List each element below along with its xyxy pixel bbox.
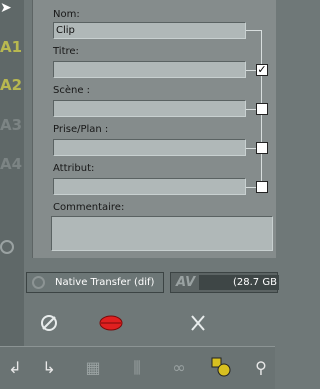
status-row: Native Transfer (dif) AV (28.7 GB: [24, 268, 279, 296]
prise-label: Prise/Plan :: [53, 124, 109, 135]
native-transfer-button[interactable]: Native Transfer (dif): [26, 272, 164, 293]
clip-info-panel: Nom: Clip Titre: ✓ Scène : Prise/Plan : …: [32, 0, 276, 258]
bottom-toolbar: ↲ ↳ ▦ ⫼ ∞ ⚲: [0, 346, 275, 389]
scene-field[interactable]: [53, 100, 246, 117]
attribut-field[interactable]: [53, 178, 246, 195]
connector-line: [261, 115, 262, 142]
step-down-button[interactable]: ↳: [36, 355, 62, 381]
record-button[interactable]: [98, 312, 124, 336]
titre-label: Titre:: [53, 46, 79, 57]
link-icon: ∞: [172, 358, 186, 377]
mixer-button[interactable]: ⫼: [124, 355, 150, 381]
close-icon: [191, 315, 205, 331]
scene-checkbox[interactable]: [256, 103, 268, 115]
track-circle-icon: [0, 240, 14, 254]
titre-field[interactable]: [53, 61, 246, 78]
cancel-button[interactable]: [185, 312, 211, 336]
track-marker-a4[interactable]: A4: [0, 155, 22, 173]
gear-icon: [32, 276, 45, 289]
connector-line: [246, 30, 262, 31]
av-label: AV: [176, 275, 196, 290]
link-button[interactable]: ∞: [166, 355, 192, 381]
action-row: [24, 306, 275, 342]
return-arrow-button[interactable]: ↲: [2, 355, 28, 381]
track-marker-a1[interactable]: A1: [0, 38, 22, 56]
grid-icon: ▦: [85, 358, 101, 377]
nom-label: Nom:: [53, 9, 80, 20]
attribut-checkbox[interactable]: [256, 181, 268, 193]
commentaire-field[interactable]: [51, 216, 273, 251]
return-arrow-icon: ↲: [8, 358, 22, 377]
effects-button[interactable]: [208, 355, 234, 381]
scene-label: Scène :: [53, 85, 91, 96]
cursor-arrow-icon: ➤: [0, 0, 12, 16]
shapes-icon: [211, 357, 231, 377]
track-marker-a3[interactable]: A3: [0, 116, 22, 134]
commentaire-label: Commentaire:: [53, 202, 125, 213]
search-button[interactable]: ⚲: [248, 355, 274, 381]
connector-line: [261, 154, 262, 181]
connector-line: [261, 30, 262, 64]
search-icon: ⚲: [255, 358, 267, 377]
titre-checkbox[interactable]: ✓: [256, 64, 268, 76]
attribut-label: Attribut:: [53, 163, 95, 174]
mixer-faders-icon: ⫼: [133, 358, 141, 377]
disable-button[interactable]: [36, 312, 62, 336]
connector-line: [246, 148, 256, 149]
connector-line: [246, 70, 256, 71]
prise-checkbox[interactable]: [256, 142, 268, 154]
connector-line: [246, 187, 256, 188]
track-marker-a2[interactable]: A2: [0, 76, 22, 94]
native-transfer-label: Native Transfer (dif): [55, 277, 155, 288]
grid-button[interactable]: ▦: [80, 355, 106, 381]
checkmark-icon: ✓: [257, 63, 267, 76]
prise-field[interactable]: [53, 139, 246, 156]
disk-space-indicator: AV (28.7 GB: [170, 272, 279, 293]
record-icon: [99, 315, 123, 331]
nom-field[interactable]: Clip: [53, 22, 246, 39]
disable-icon: [41, 315, 57, 331]
connector-line: [261, 76, 262, 103]
free-space-value: (28.7 GB: [233, 277, 277, 288]
step-down-arrow-icon: ↳: [42, 358, 56, 377]
connector-line: [246, 109, 256, 110]
track-strip: ➤ A1 A2 A3 A4: [0, 0, 24, 388]
